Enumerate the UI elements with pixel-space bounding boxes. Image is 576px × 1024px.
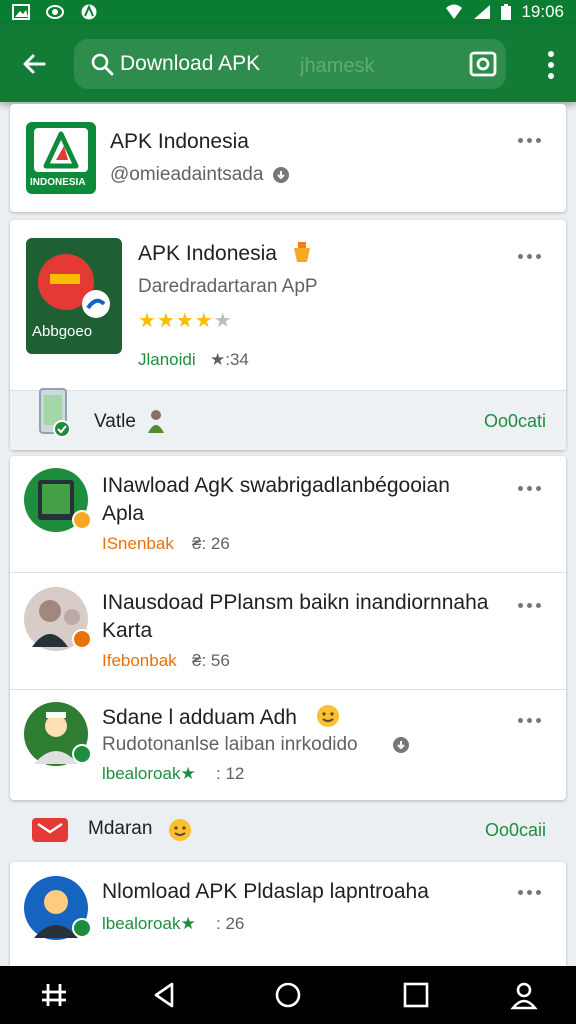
review-count: ★:34 [210,350,249,369]
app-avatar [24,587,92,651]
nav-user-icon[interactable] [508,980,540,1010]
more-horiz-icon[interactable] [518,718,544,724]
battery-icon [501,4,512,20]
list-item[interactable]: INawload AgK swabrigadlanbégooian Apla I… [10,456,566,572]
camera-icon[interactable] [469,51,497,77]
eye-notification-icon [46,5,64,19]
more-horiz-icon[interactable] [518,486,544,492]
verified-icon [72,918,92,938]
list-item[interactable]: Nlomload APK Pldaslap lapntroaha lbealor… [10,862,566,962]
app-title: INausdoad PPlansm baikn inandiornnaha [102,591,489,614]
status-bar: 19:06 [0,0,576,24]
results-list[interactable]: INDONESIA APK Indonesia @omieadaintsada … [0,104,576,966]
star-icon: ★ [156,310,175,332]
nav-recent-icon[interactable] [38,980,70,1010]
review-count: ₴: 26 [192,534,230,553]
phone-icon [39,388,70,438]
app-result-card[interactable]: INDONESIA APK Indonesia @omieadaintsada [10,104,566,212]
trophy-icon [294,242,310,262]
more-horiz-icon[interactable] [518,603,544,609]
nav-overview-icon[interactable] [400,980,432,1010]
app-avatar [24,702,92,766]
rating-stars: ★ ★ ★ ★ ★ [138,308,232,333]
search-input[interactable]: Download APK [120,52,260,76]
section-label: Vatle [94,411,136,432]
badge-icon [72,510,92,530]
nav-back-icon[interactable] [148,980,180,1010]
review-count: : 12 [216,764,245,783]
app-icon-label: Abbgoeo [32,323,93,340]
app-icon: INDONESIA [26,122,96,194]
app-title: Nlomload APK Pldaslap lapntroaha [102,880,429,903]
star-icon: ★ [175,310,194,332]
verified-icon [72,744,92,764]
app-subtitle: Daredradartaran ApP [138,276,318,297]
star-icon: ★ [138,310,156,332]
app-list-card[interactable]: Nlomload APK Pldaslap lapntroaha lbealor… [10,862,566,966]
app-title-line2: Karta [102,619,153,642]
more-horiz-icon[interactable] [518,890,544,896]
person-emoji-icon [148,410,164,433]
search-bar[interactable]: Download APK jhamesk [74,39,506,89]
smile-emoji-icon [169,819,191,841]
developer-name: ISnenbak [102,534,174,553]
search-icon [91,53,114,76]
section-header-1[interactable]: Vatle Oo0cati [10,388,566,450]
app-avatar [24,876,92,940]
clock: 19:06 [521,2,564,21]
signal-icon [474,5,491,19]
more-vert-icon[interactable] [544,50,558,80]
list-item[interactable]: INausdoad PPlansm baikn inandiornnaha Ka… [10,573,566,689]
app-title: INawload AgK swabrigadlanbégooian [102,474,450,497]
app-icon: Abbgoeo [26,238,122,354]
app-title: APK Indonesia [110,130,249,153]
star-icon: ★ [194,310,213,332]
youtube-icon [32,818,68,842]
section-label: Mdaran [88,818,153,839]
app-title: Sdane l adduam Adh [102,706,297,729]
section-action-link[interactable]: Oo0caii [485,820,546,841]
app-title-line2: Apla [102,502,145,525]
section-header-2[interactable]: Mdaran Oo0caii [10,804,566,854]
review-count: : 26 [216,914,245,933]
app-list-card[interactable]: INawload AgK swabrigadlanbégooian Apla I… [10,456,566,800]
app-notification-icon [81,4,97,20]
smile-emoji-icon [317,705,339,727]
app-bar: Download APK jhamesk [0,24,576,102]
more-horiz-icon[interactable] [518,138,544,144]
section-action-link[interactable]: Oo0cati [484,411,546,432]
image-notification-icon [12,4,30,20]
featured-app-card[interactable]: Abbgoeo APK Indonesia Daredradartaran Ap… [10,220,566,450]
developer-name: Jlanoidi [138,350,196,369]
system-nav-bar [0,966,576,1024]
search-suggestion-ghost: jhamesk [300,55,375,77]
wifi-icon [446,4,463,19]
app-icon-label: INDONESIA [30,177,86,188]
developer-name: lbealoroak★ [102,764,196,783]
review-count: ₴: 56 [192,651,230,670]
list-item[interactable]: Sdane l adduam Adh Rudotonanlse laiban i… [10,690,566,800]
app-subtitle: Rudotonanlse laiban inrkodido [102,734,358,755]
nav-home-icon[interactable] [272,980,304,1010]
more-horiz-icon[interactable] [518,254,544,260]
developer-name: Ifebonbak [102,651,177,670]
developer-name: lbealoroak★ [102,914,196,933]
app-title: APK Indonesia [138,242,277,265]
back-arrow-icon[interactable] [18,48,50,80]
star-empty-icon: ★ [213,310,232,332]
verified-icon [273,167,289,183]
app-handle: @omieadaintsada [110,164,264,185]
verified-icon [393,737,409,753]
badge-icon [72,629,92,649]
app-avatar [24,468,92,532]
